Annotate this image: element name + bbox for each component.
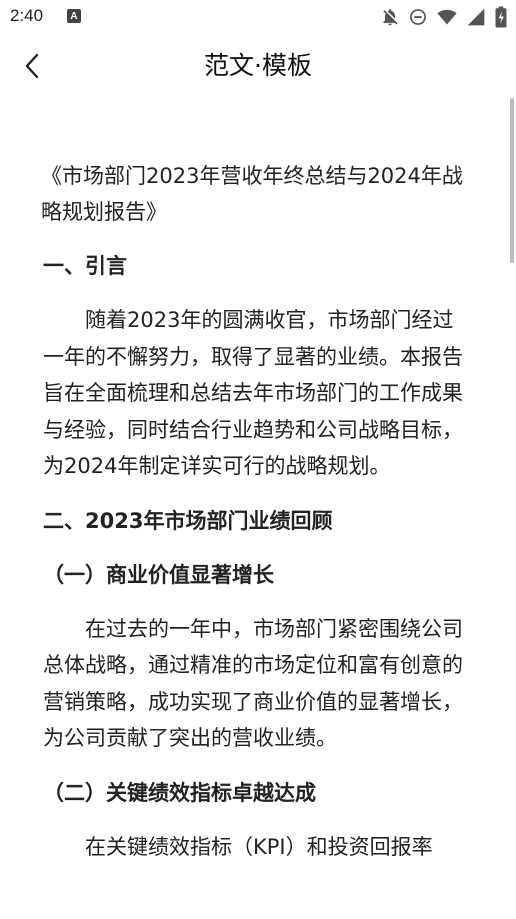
battery-charging-icon bbox=[495, 6, 507, 28]
subheading-commercial-value: （一）商业价值显著增长 bbox=[43, 562, 274, 587]
document-content: 《市场部门2023年营收年终总结与2024年战略规划报告》 一、引言 随着202… bbox=[41, 158, 471, 865]
status-icons bbox=[380, 6, 508, 28]
app-bar: 范文·模板 bbox=[0, 36, 516, 98]
accessibility-a-icon: A bbox=[67, 9, 81, 23]
paragraph-introduction: 随着2023年的圆满收官，市场部门经过一年的不懈努力，取得了显著的业绩。本报告旨… bbox=[43, 308, 463, 478]
wifi-icon bbox=[437, 9, 457, 25]
paragraph-kpi: 在关键绩效指标（KPI）和投资回报率 bbox=[85, 834, 433, 859]
notifications-off-icon bbox=[383, 9, 398, 26]
status-bar: 2:40 A bbox=[0, 0, 516, 36]
subheading-kpi: （二）关键绩效指标卓越达成 bbox=[43, 780, 316, 805]
page-title: 范文·模板 bbox=[204, 51, 312, 80]
signal-icon bbox=[467, 8, 485, 26]
document-title: 《市场部门2023年营收年终总结与2024年战略规划报告》 bbox=[41, 164, 463, 224]
scrollbar-thumb[interactable] bbox=[510, 98, 514, 263]
section-heading-introduction: 一、引言 bbox=[43, 254, 127, 278]
do-not-disturb-icon bbox=[410, 9, 426, 25]
section-heading-performance-review: 二、2023年市场部门业绩回顾 bbox=[43, 508, 333, 533]
status-time: 2:40 bbox=[10, 6, 44, 25]
paragraph-commercial-value: 在过去的一年中，市场部门紧密围绕公司总体战略，通过精准的市场定位和富有创意的营销… bbox=[43, 616, 463, 751]
